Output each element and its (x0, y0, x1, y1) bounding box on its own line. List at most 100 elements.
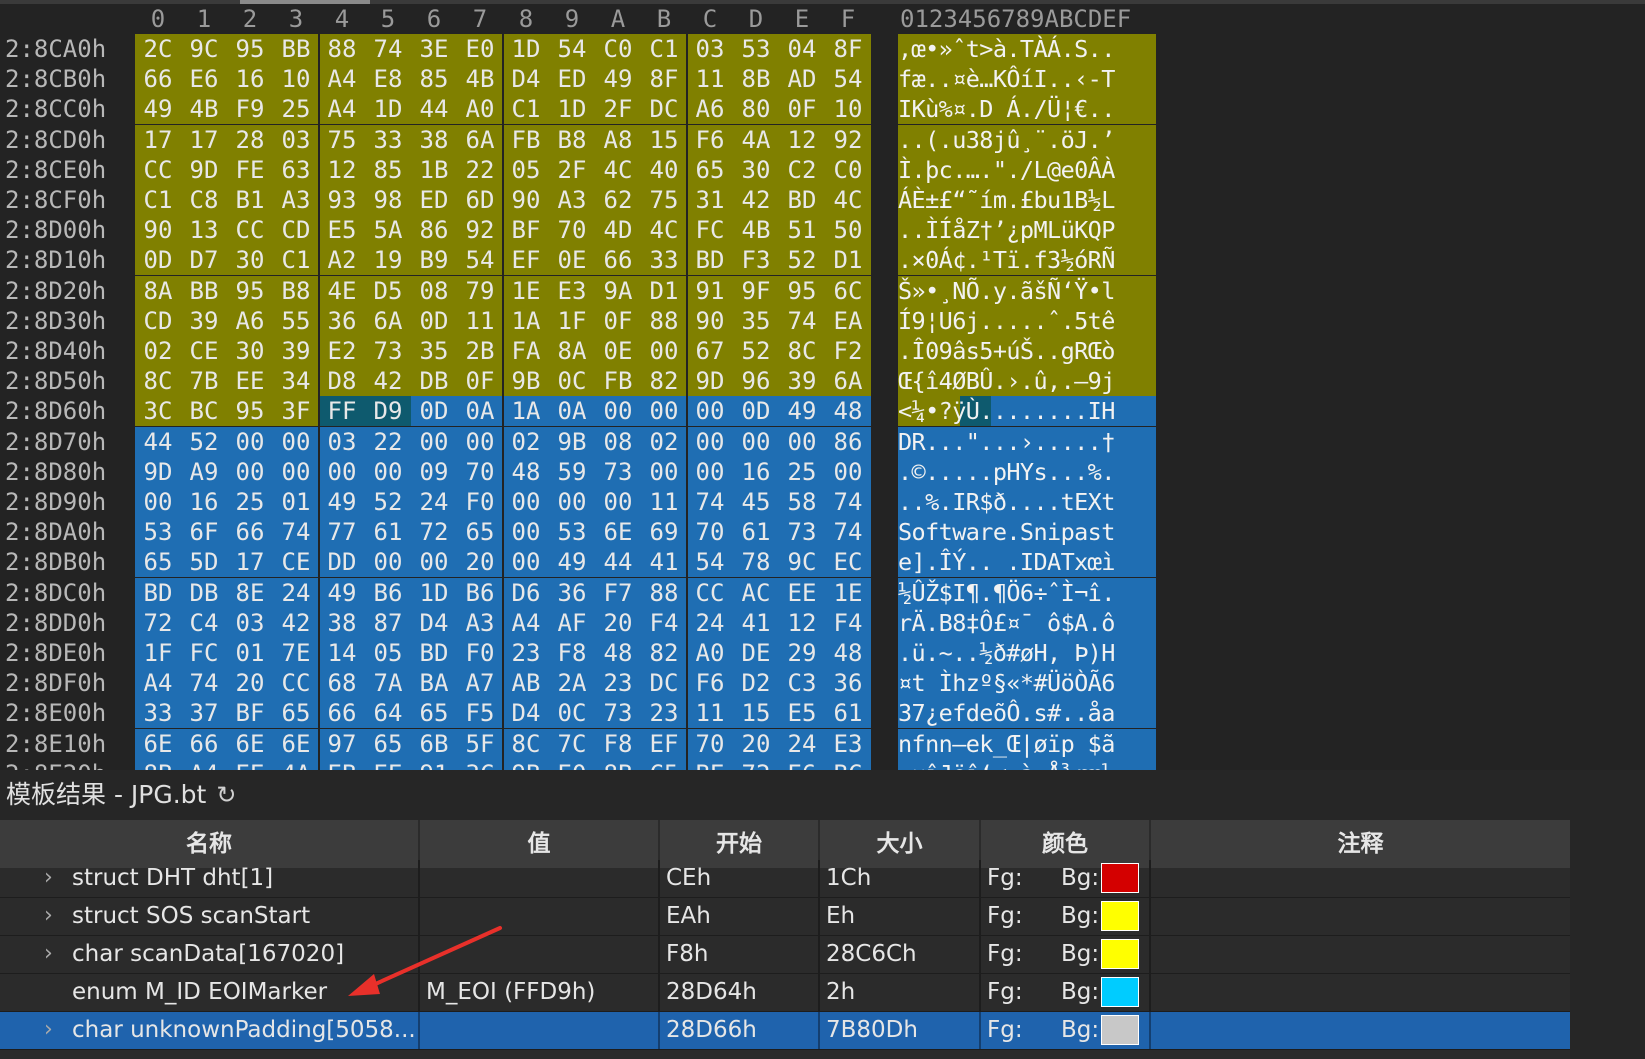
hex-byte[interactable]: 11 (687, 698, 733, 729)
refresh-icon[interactable]: ↻ (216, 772, 236, 818)
hex-byte[interactable]: 72 (135, 607, 181, 638)
hex-byte[interactable]: 33 (365, 124, 411, 155)
hex-byte[interactable]: 33 (135, 698, 181, 729)
hex-byte[interactable]: 70 (687, 517, 733, 548)
hex-byte[interactable]: 74 (825, 487, 871, 517)
hex-byte[interactable]: 54 (549, 34, 595, 64)
hex-byte[interactable]: 66 (595, 245, 641, 276)
hex-byte[interactable]: F6 (687, 668, 733, 699)
hex-byte[interactable]: 8C (503, 728, 549, 759)
hex-byte[interactable]: 9B (549, 426, 595, 457)
hex-editor-view[interactable]: 0123456789ABCDEF 0123456789ABCDEF 2:8CA0… (0, 0, 1645, 770)
hex-byte[interactable]: 9B (503, 366, 549, 397)
hex-byte[interactable]: 51 (779, 215, 825, 246)
hex-byte[interactable]: 2C (135, 34, 181, 64)
hex-byte[interactable]: 1E (825, 577, 871, 608)
hex-byte[interactable]: CC (227, 215, 273, 246)
hex-byte[interactable]: D4 (503, 698, 549, 729)
hex-byte[interactable]: 03 (273, 124, 319, 155)
hex-byte[interactable]: 12 (779, 124, 825, 155)
hex-byte[interactable]: A6 (687, 94, 733, 125)
table-row[interactable]: enum M_ID EOIMarker M_EOI (FFD9h) 28D64h 2h… (0, 974, 1570, 1012)
hex-byte[interactable]: 9D (181, 154, 227, 185)
hex-byte[interactable]: 1F (135, 638, 181, 668)
hex-byte[interactable]: 11 (457, 305, 503, 336)
hex-byte[interactable]: 0A (457, 396, 503, 427)
hex-byte[interactable]: CD (273, 215, 319, 246)
hex-byte[interactable]: 5D (181, 547, 227, 578)
hex-byte[interactable]: 0F (779, 94, 825, 125)
hex-byte[interactable]: 6A (365, 305, 411, 336)
hex-byte[interactable]: C1 (503, 94, 549, 125)
hex-byte[interactable]: 30 (733, 154, 779, 185)
hex-byte[interactable]: 9B (503, 758, 549, 770)
hex-byte[interactable]: 08 (595, 426, 641, 457)
hex-byte[interactable]: 00 (365, 456, 411, 487)
hex-byte[interactable]: EE (779, 577, 825, 608)
hex-byte[interactable]: BF (503, 215, 549, 246)
hex-byte[interactable]: C1 (641, 34, 687, 64)
hex-byte[interactable]: EA (825, 305, 871, 336)
hex-byte[interactable]: DB (411, 366, 457, 397)
hex-byte[interactable]: 00 (779, 426, 825, 457)
hex-byte[interactable]: 48 (503, 456, 549, 487)
hex-byte[interactable]: F4 (641, 607, 687, 638)
hex-byte[interactable]: 29 (779, 638, 825, 668)
hex-byte[interactable]: 65 (687, 154, 733, 185)
hex-byte[interactable]: 16 (227, 64, 273, 95)
ascii-text[interactable]: Ì.þc.…."./L@e0ÂÀ (898, 154, 1156, 185)
hex-byte[interactable]: A7 (457, 668, 503, 699)
hex-byte[interactable]: 96 (733, 366, 779, 397)
hex-byte[interactable]: EC (825, 547, 871, 578)
hex-byte[interactable]: 1F (549, 305, 595, 336)
ascii-text[interactable]: e].ÎÝ.. .IDATxœì (898, 547, 1156, 578)
hex-byte[interactable]: 9D (687, 366, 733, 397)
hex-byte[interactable]: CD (135, 305, 181, 336)
table-row[interactable]: char unknownPadding[5058... › 28D66h 7B80Dh… (0, 1012, 1570, 1050)
hex-byte[interactable]: 30 (227, 245, 273, 276)
hex-byte[interactable]: 61 (365, 517, 411, 548)
hex-byte[interactable]: 35 (733, 305, 779, 336)
hex-byte[interactable]: 00 (733, 426, 779, 457)
hex-byte[interactable]: 6C (825, 275, 871, 306)
hex-byte[interactable]: 3E (411, 34, 457, 64)
hex-byte[interactable]: 62 (595, 185, 641, 215)
hex-byte[interactable]: E8 (365, 64, 411, 95)
hex-byte[interactable]: 48 (825, 396, 871, 427)
hex-byte[interactable]: 67 (687, 336, 733, 366)
hex-byte[interactable]: EB (319, 758, 365, 770)
hex-byte[interactable]: 4C (825, 185, 871, 215)
hex-byte[interactable]: 16 (733, 456, 779, 487)
hex-byte[interactable]: 38 (411, 124, 457, 155)
hex-byte[interactable]: 90 (503, 185, 549, 215)
ascii-text[interactable]: DR..."...›.....† (898, 426, 1156, 457)
hex-byte[interactable]: 4B (181, 94, 227, 125)
hex-byte[interactable]: 22 (457, 154, 503, 185)
hex-byte[interactable]: 90 (687, 305, 733, 336)
hex-byte[interactable]: 5F (457, 728, 503, 759)
hex-byte[interactable]: 88 (641, 577, 687, 608)
hex-byte[interactable]: 31 (687, 185, 733, 215)
hex-byte[interactable]: FB (503, 124, 549, 155)
hex-byte[interactable]: 39 (273, 336, 319, 366)
hex-byte[interactable]: 6E (595, 517, 641, 548)
hex-byte[interactable]: 37 (181, 698, 227, 729)
hex-byte[interactable]: 23 (595, 668, 641, 699)
hex-byte[interactable]: 77 (319, 517, 365, 548)
hex-byte[interactable]: 6F (181, 517, 227, 548)
hex-byte[interactable]: BD (135, 577, 181, 608)
hex-byte[interactable]: 00 (503, 547, 549, 578)
hex-byte[interactable]: 00 (273, 426, 319, 457)
hex-byte[interactable]: A4 (135, 668, 181, 699)
hex-byte[interactable]: 7A (365, 668, 411, 699)
hex-byte[interactable]: 73 (595, 456, 641, 487)
hex-byte[interactable]: 82 (641, 638, 687, 668)
hex-byte[interactable]: F8 (595, 728, 641, 759)
hex-byte[interactable]: 73 (779, 517, 825, 548)
hex-byte[interactable]: 65 (411, 698, 457, 729)
hex-byte[interactable]: 4C (595, 154, 641, 185)
hex-byte[interactable]: C4 (181, 607, 227, 638)
hex-byte[interactable]: 3F (273, 396, 319, 427)
hex-byte[interactable]: 23 (503, 638, 549, 668)
hex-byte[interactable]: 65 (365, 728, 411, 759)
